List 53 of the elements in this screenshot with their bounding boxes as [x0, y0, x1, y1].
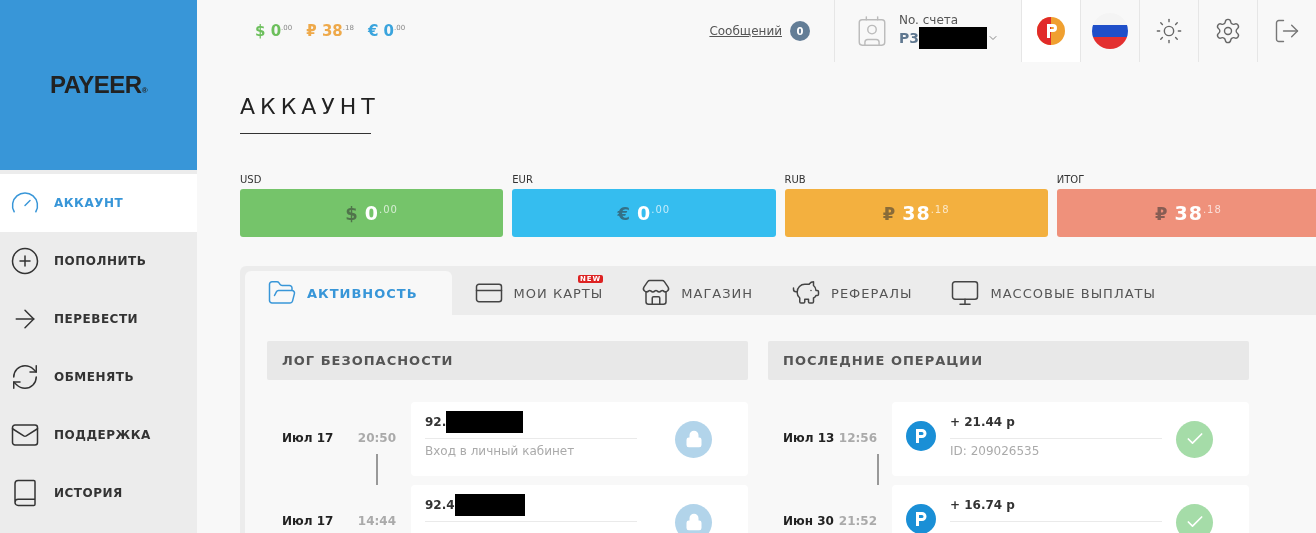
redaction-bar: [454, 494, 525, 516]
payeer-coin-icon[interactable]: [1036, 16, 1066, 46]
balance-amount: € 0$^{.00}$: [367, 22, 406, 40]
log-time: 20:50: [357, 431, 396, 445]
exchange-icon: [10, 362, 40, 392]
log-date: Июл 17: [282, 431, 334, 445]
settings-icon[interactable]: [1214, 17, 1242, 45]
logout-icon[interactable]: [1273, 17, 1301, 45]
account-number: P3: [899, 30, 919, 46]
event-text: Вход в личный кабинет: [425, 444, 576, 458]
tab[interactable]: РЕФЕРАЛЫ: [769, 271, 929, 315]
sidebar-item[interactable]: ПОПОЛНИТЬ: [0, 232, 197, 290]
tab[interactable]: МАССОВЫЕ ВЫПЛАТЫ: [928, 271, 1172, 315]
balance-amount: $ 0$^{.00}$: [255, 22, 293, 40]
currency-label: EUR: [512, 174, 534, 185]
balance-card: € 0$^{.00}$: [512, 189, 776, 237]
log-date: Июл 17: [282, 514, 334, 528]
sidebar-item[interactable]: ИСТОРИЯ: [0, 464, 197, 522]
lock-badge: [675, 420, 712, 458]
operation-amount: + 21.44 р: [950, 415, 1015, 429]
plus-icon: [10, 246, 40, 276]
redaction-bar: [919, 27, 987, 49]
balance-card: $ 0$^{.00}$: [240, 189, 504, 237]
section-header: ЛОГ БЕЗОПАСНОСТИ: [267, 341, 748, 380]
sidebar-item[interactable]: ПЕРЕВЕСТИ: [0, 290, 197, 348]
currency-label: ИТОГ: [1056, 174, 1086, 185]
ip-address: 92.4: [425, 498, 455, 512]
balance-card: ₽ 38$^{.18}$: [784, 189, 1048, 237]
operation-time: 12:56: [838, 431, 877, 445]
operation-date: Июл 13: [783, 431, 835, 445]
currency-label: RUB: [784, 174, 807, 185]
check-badge: [1176, 420, 1213, 458]
sidebar-item[interactable]: ОБМЕНЯТЬ: [0, 348, 197, 406]
log-time: 14:44: [357, 514, 396, 528]
operation-amount: + 16.74 р: [950, 498, 1015, 512]
balance-amount: ₽ 38$^{.18}$: [306, 22, 354, 40]
payeer-coin-icon: [906, 421, 936, 451]
ip-address: 92.: [425, 415, 447, 429]
currency-label: USD: [240, 174, 263, 185]
store-icon: [641, 278, 672, 308]
sidebar-item[interactable]: ПОДДЕРЖКА: [0, 406, 197, 464]
tab[interactable]: МАГАЗИН: [619, 271, 770, 315]
sun-icon[interactable]: [1155, 17, 1183, 45]
operation-id: ID: 209026535: [950, 444, 1041, 458]
operation-time: 21:52: [838, 514, 877, 528]
account-label: No. счета: [899, 13, 960, 27]
messages-link[interactable]: Сообщений: [709, 24, 782, 38]
balance-card: ₽ 38$^{.18}$: [1056, 189, 1316, 237]
message-count: 0: [790, 21, 810, 41]
section-header: ПОСЛЕДНИЕ ОПЕРАЦИИ: [768, 341, 1249, 380]
operation-date: Июн 30: [783, 514, 834, 528]
payeer-logo[interactable]: PAYEER®: [49, 71, 148, 99]
monitor-icon: [950, 278, 981, 308]
